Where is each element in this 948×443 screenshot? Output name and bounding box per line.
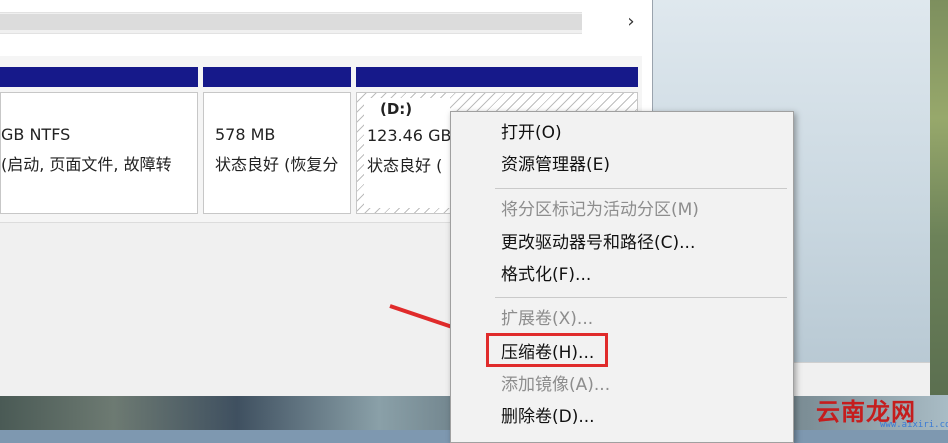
scroll-right-arrow-icon[interactable]: › xyxy=(620,10,642,34)
menu-item-change-drive-letter[interactable]: 更改驱动器号和路径(C)... xyxy=(501,230,695,256)
volume-d-label-backdrop: (D:) 123.46 GB 状态良好 ( xyxy=(364,98,450,208)
menu-item-explorer[interactable]: 资源管理器(E) xyxy=(501,152,610,178)
menu-item-open[interactable]: 打开(O) xyxy=(501,120,562,146)
volume-size: GB NTFS xyxy=(1,125,71,144)
menu-item-add-mirror[interactable]: 添加镜像(A)... xyxy=(501,372,610,398)
menu-item-delete-volume[interactable]: 删除卷(D)... xyxy=(501,404,595,430)
watermark-url: www.aixiri.com xyxy=(880,420,948,430)
volume-context-menu: 打开(O) 资源管理器(E) 将分区标记为活动分区(M) 更改驱动器号和路径(C… xyxy=(450,111,794,443)
volume-d-header-bar xyxy=(356,67,638,87)
menu-separator xyxy=(495,297,787,298)
horizontal-scrollbar-thumb[interactable] xyxy=(0,14,582,30)
menu-separator xyxy=(495,188,787,189)
volume-size: 578 MB xyxy=(215,125,276,144)
volume-c-header-bar xyxy=(0,67,198,87)
desktop-background-edge xyxy=(930,0,948,395)
volume-status: (启动, 页面文件, 故障转 xyxy=(1,155,172,174)
volume-c-partition[interactable]: GB NTFS (启动, 页面文件, 故障转 xyxy=(0,92,198,214)
volume-recovery-partition[interactable]: 578 MB 状态良好 (恢复分 xyxy=(203,92,351,214)
volume-size: 123.46 GB xyxy=(367,126,450,145)
highlight-box-annotation xyxy=(486,333,608,367)
menu-item-format[interactable]: 格式化(F)... xyxy=(501,262,591,288)
volume-recovery-header-bar xyxy=(203,67,351,87)
volume-status: 状态良好 (恢复分 xyxy=(215,155,339,174)
volume-status: 状态良好 ( xyxy=(367,156,443,175)
menu-item-mark-active[interactable]: 将分区标记为活动分区(M) xyxy=(501,197,699,223)
menu-item-extend-volume[interactable]: 扩展卷(X)... xyxy=(501,306,593,332)
volume-drive-letter: (D:) xyxy=(380,100,413,118)
